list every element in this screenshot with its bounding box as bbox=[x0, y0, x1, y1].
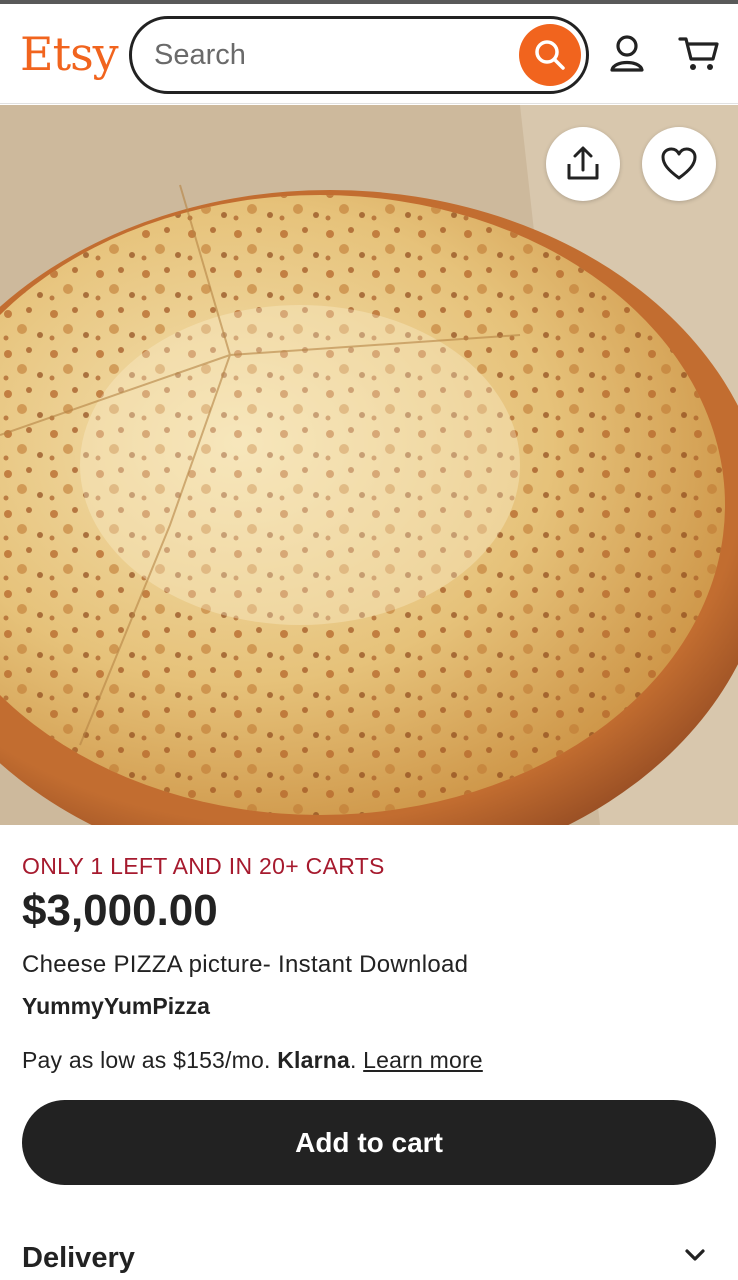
chevron-down-icon bbox=[685, 1249, 705, 1261]
cart-button[interactable] bbox=[676, 30, 722, 76]
cart-icon bbox=[678, 37, 719, 70]
stock-notice: ONLY 1 LEFT AND IN 20+ CARTS bbox=[22, 853, 385, 879]
pizza-photo bbox=[0, 105, 738, 825]
shop-name-link[interactable]: YummyYumPizza bbox=[22, 993, 210, 1020]
heart-icon bbox=[661, 147, 697, 180]
etsy-logo[interactable]: Etsy bbox=[20, 24, 119, 84]
share-icon bbox=[567, 146, 599, 180]
search-icon bbox=[535, 40, 565, 70]
delivery-section-toggle[interactable]: Delivery bbox=[22, 1240, 716, 1280]
search-button[interactable] bbox=[519, 24, 581, 86]
account-button[interactable] bbox=[604, 30, 650, 76]
search-bar[interactable] bbox=[129, 16, 589, 94]
price: $3,000.00 bbox=[22, 886, 218, 935]
account-icon bbox=[610, 35, 644, 72]
learn-more-link[interactable]: Learn more bbox=[363, 1047, 483, 1073]
klarna-prefix: Pay as low as $153/mo. bbox=[22, 1047, 271, 1073]
listing-title: Cheese PIZZA picture- Instant Download bbox=[22, 951, 469, 978]
favorite-button[interactable] bbox=[642, 127, 716, 201]
header: Etsy bbox=[0, 4, 738, 104]
search-input[interactable] bbox=[154, 33, 514, 77]
klarna-suffix: . bbox=[349, 1047, 357, 1073]
product-image[interactable] bbox=[0, 105, 738, 825]
delivery-heading: Delivery bbox=[22, 1242, 135, 1274]
share-button[interactable] bbox=[546, 127, 620, 201]
klarna-financing: Pay as low as $153/mo. Klarna. Learn mor… bbox=[22, 1047, 483, 1074]
klarna-brand: Klarna bbox=[277, 1047, 350, 1073]
add-to-cart-button[interactable]: Add to cart bbox=[22, 1100, 716, 1185]
